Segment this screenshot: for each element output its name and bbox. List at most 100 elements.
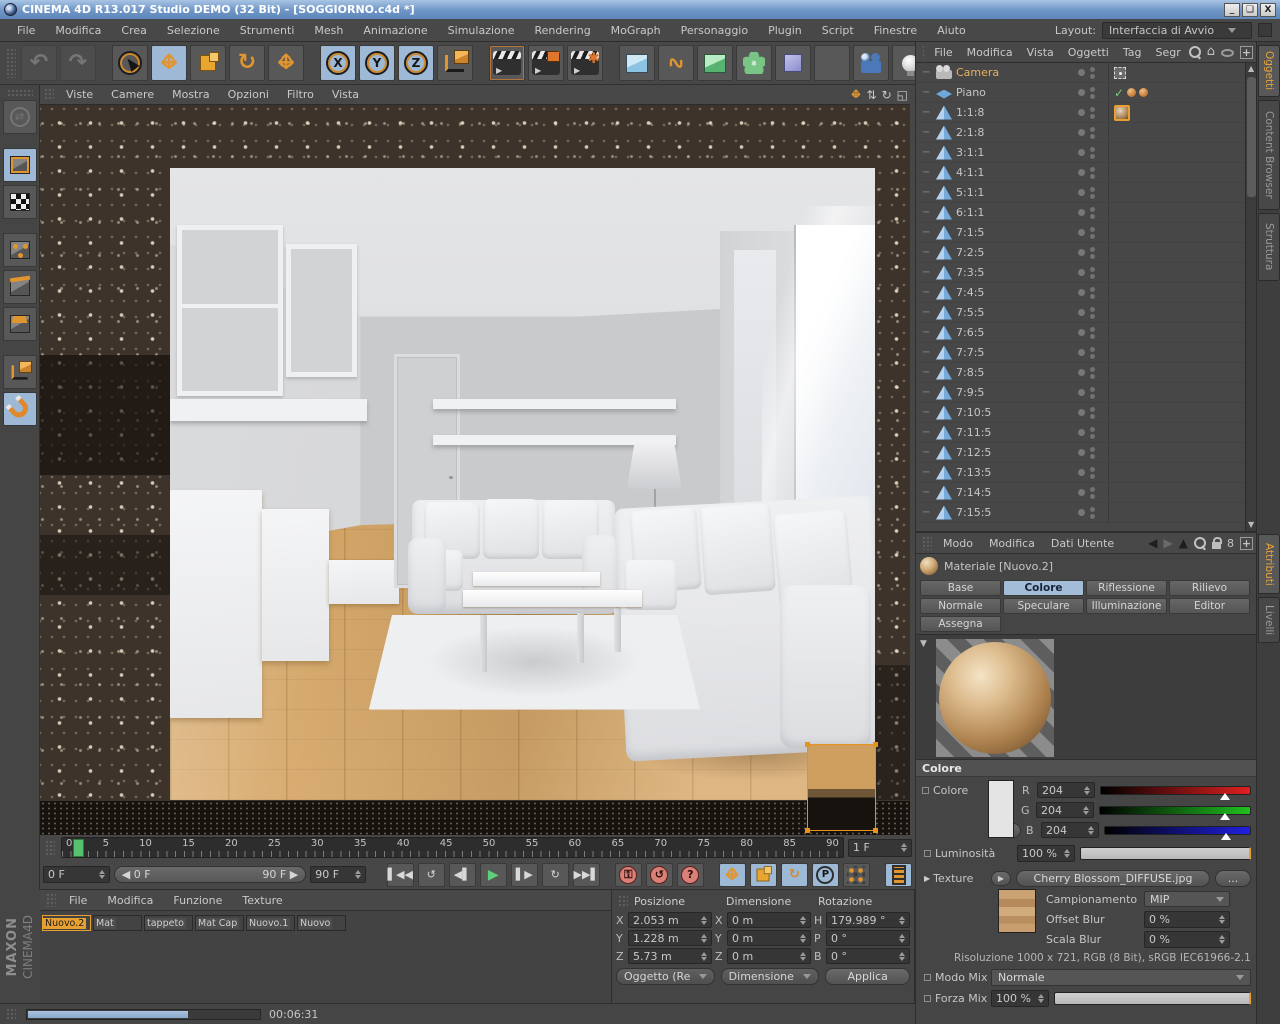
material-preview-large[interactable] bbox=[936, 639, 1054, 757]
object-row[interactable]: 7:10:5 bbox=[916, 403, 1245, 423]
menu-item[interactable]: Aiuto bbox=[928, 22, 975, 39]
material-menu-item[interactable]: Modifica bbox=[98, 892, 162, 909]
drag-grip[interactable] bbox=[6, 48, 16, 78]
r-slider[interactable] bbox=[1100, 785, 1251, 800]
current-frame-field[interactable]: 1 F bbox=[848, 838, 912, 857]
texture-thumbnail[interactable] bbox=[998, 889, 1036, 933]
g-value-field[interactable]: 204 bbox=[1036, 802, 1094, 818]
visibility-dots[interactable] bbox=[1078, 306, 1104, 319]
object-row[interactable]: 7:3:5 bbox=[916, 263, 1245, 283]
drag-grip[interactable] bbox=[46, 893, 56, 907]
open-timeline-button[interactable] bbox=[885, 862, 912, 887]
material-channel-tab[interactable]: Editor bbox=[1169, 598, 1250, 614]
toggle-view-icon[interactable]: ◱ bbox=[897, 89, 908, 101]
visibility-dots[interactable] bbox=[1078, 506, 1104, 519]
object-row[interactable]: 7:8:5 bbox=[916, 363, 1245, 383]
visibility-dots[interactable] bbox=[1078, 246, 1104, 259]
object-row[interactable]: 7:15:5 bbox=[916, 503, 1245, 523]
object-menu-item[interactable]: Vista bbox=[1021, 45, 1060, 60]
visibility-dots[interactable] bbox=[1078, 366, 1104, 379]
object-row[interactable]: 1:1:8 bbox=[916, 103, 1245, 123]
tag-cell[interactable] bbox=[1108, 63, 1245, 82]
object-menu-item[interactable]: Tag bbox=[1117, 45, 1148, 60]
visibility-dots[interactable] bbox=[1078, 286, 1104, 299]
undo-button[interactable]: ↶ bbox=[21, 45, 57, 81]
snap-button[interactable] bbox=[2, 392, 37, 426]
play-button[interactable]: ▶ bbox=[479, 862, 507, 887]
object-menu-item[interactable]: Segr bbox=[1149, 45, 1186, 60]
tag-cell[interactable] bbox=[1108, 443, 1245, 462]
material-channel-tab[interactable]: Rilievo bbox=[1169, 580, 1250, 596]
menu-item[interactable]: Finestre bbox=[865, 22, 926, 39]
object-menu-item[interactable]: Modifica bbox=[961, 45, 1019, 60]
move-tool-button[interactable] bbox=[151, 45, 187, 81]
b-value-field[interactable]: 204 bbox=[1041, 822, 1099, 838]
visibility-dots[interactable] bbox=[1078, 386, 1104, 399]
visibility-dots[interactable] bbox=[1078, 86, 1104, 99]
add-camera-button[interactable] bbox=[853, 45, 889, 81]
region-handle[interactable] bbox=[873, 742, 878, 747]
scrollbar-thumb[interactable] bbox=[1247, 77, 1256, 197]
material-thumbnail[interactable]: Nuovo.1 bbox=[246, 915, 295, 931]
texture-file-button[interactable]: Cherry Blossom_DIFFUSE.jpg bbox=[1016, 870, 1210, 887]
texture-browse-button[interactable]: ... bbox=[1215, 870, 1251, 887]
size-x-field[interactable]: 0 m bbox=[727, 912, 811, 928]
mix-strength-field[interactable]: 100 % bbox=[991, 990, 1049, 1007]
minimize-button[interactable]: _ bbox=[1224, 2, 1240, 17]
selected-material-tag[interactable] bbox=[1114, 104, 1130, 121]
viewport-menu-item[interactable]: Opzioni bbox=[220, 87, 277, 102]
drag-grip[interactable] bbox=[44, 88, 54, 101]
render-picture-viewer-button[interactable] bbox=[528, 45, 564, 81]
menu-item[interactable]: Crea bbox=[112, 22, 155, 39]
history-forward-icon[interactable]: ▶ bbox=[1164, 536, 1173, 550]
tag-cell[interactable] bbox=[1108, 243, 1245, 262]
pos-z-field[interactable]: 5.73 m bbox=[628, 948, 712, 964]
tab-attributi[interactable]: Attributi bbox=[1258, 534, 1280, 594]
tag-cell[interactable] bbox=[1108, 223, 1245, 242]
r-value-field[interactable]: 204 bbox=[1037, 782, 1095, 798]
visibility-dots[interactable] bbox=[1078, 226, 1104, 239]
scroll-up-icon[interactable]: ▲ bbox=[1248, 65, 1256, 73]
object-row[interactable]: 2:1:8 bbox=[916, 123, 1245, 143]
object-menu-item[interactable]: Oggetti bbox=[1062, 45, 1115, 60]
object-menu-item[interactable]: File bbox=[928, 45, 958, 60]
tag-cell[interactable] bbox=[1108, 263, 1245, 282]
material-channel-tab[interactable]: Assegna bbox=[920, 616, 1001, 632]
tag-cell[interactable] bbox=[1108, 203, 1245, 222]
tab-oggetti[interactable]: Oggetti bbox=[1258, 45, 1280, 97]
object-row[interactable]: 7:5:5 bbox=[916, 303, 1245, 323]
menu-item[interactable]: Simulazione bbox=[439, 22, 524, 39]
make-editable-button[interactable]: ⇄ bbox=[2, 100, 37, 134]
visibility-dots[interactable] bbox=[1078, 266, 1104, 279]
object-row[interactable]: 5:1:1 bbox=[916, 183, 1245, 203]
menu-item[interactable]: Rendering bbox=[526, 22, 600, 39]
tag-cell[interactable] bbox=[1108, 163, 1245, 182]
material-tag[interactable] bbox=[1127, 88, 1137, 97]
menu-item[interactable]: Script bbox=[813, 22, 863, 39]
key-position-button[interactable] bbox=[718, 862, 746, 887]
menu-item[interactable]: File bbox=[8, 22, 44, 39]
material-menu-item[interactable]: Funzione bbox=[164, 892, 231, 909]
visibility-dots[interactable] bbox=[1078, 186, 1104, 199]
viewport-menu-item[interactable]: Filtro bbox=[279, 87, 322, 102]
visibility-dots[interactable] bbox=[1078, 326, 1104, 339]
region-handle[interactable] bbox=[805, 742, 810, 747]
tab-livelli[interactable]: Livelli bbox=[1258, 597, 1280, 643]
key-parameter-button[interactable]: P bbox=[811, 862, 839, 887]
rot-p-field[interactable]: 0 ° bbox=[826, 930, 910, 946]
range-end-field[interactable]: 90 F bbox=[310, 866, 367, 883]
search-icon[interactable] bbox=[1188, 46, 1201, 58]
menu-item[interactable]: Personaggio bbox=[672, 22, 757, 39]
object-row[interactable]: 7:4:5 bbox=[916, 283, 1245, 303]
keying-selection-button[interactable] bbox=[842, 862, 870, 887]
rotate-view-icon[interactable]: ↻ bbox=[882, 89, 892, 101]
attribute-menu-item[interactable]: Modifica bbox=[982, 536, 1042, 551]
add-spline-button[interactable]: ∿ bbox=[658, 45, 694, 81]
visibility-dots[interactable] bbox=[1078, 146, 1104, 159]
rot-b-field[interactable]: 0 ° bbox=[826, 948, 910, 964]
lock-z-axis-button[interactable]: Z bbox=[398, 45, 434, 81]
restore-button[interactable]: ❏ bbox=[1242, 2, 1258, 17]
material-channel-tab[interactable]: Normale bbox=[920, 598, 1001, 614]
add-deformer-button[interactable] bbox=[736, 45, 772, 81]
g-slider[interactable] bbox=[1099, 805, 1251, 820]
